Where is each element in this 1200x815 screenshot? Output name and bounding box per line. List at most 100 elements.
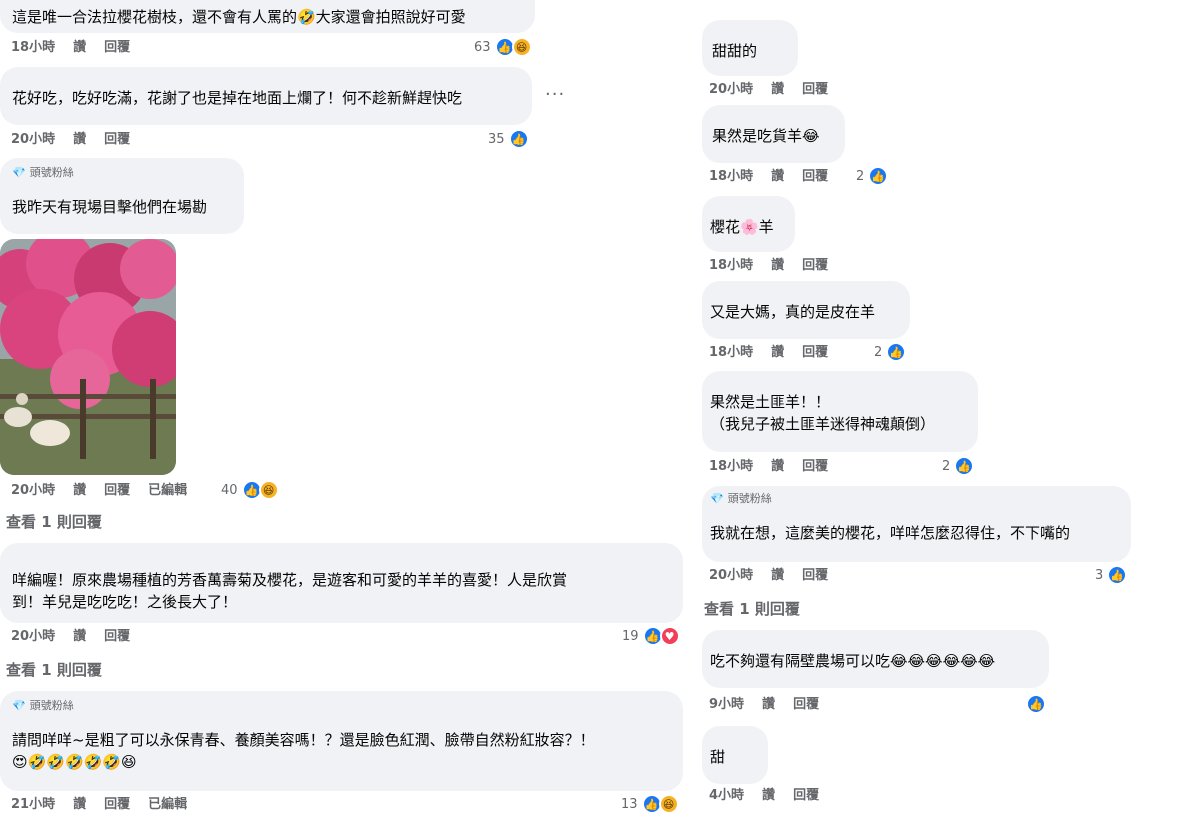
reply-time[interactable]: 9小時 — [709, 697, 744, 713]
reply-author[interactable] — [710, 379, 970, 391]
comment-author[interactable] — [12, 557, 671, 569]
reply-author[interactable] — [710, 204, 787, 216]
reply-time[interactable]: 18小時 — [709, 169, 753, 185]
reply-actions: 18小時 讚 回覆 — [709, 345, 828, 361]
reply-author[interactable] — [710, 734, 760, 746]
reaction-summary[interactable]: 2 👍 — [874, 342, 907, 362]
like-link[interactable]: 讚 — [771, 568, 784, 584]
reply-actions: 18小時 讚 回覆 — [709, 459, 828, 475]
like-reaction-icon: 👍 — [1026, 694, 1046, 714]
comment-author[interactable] — [12, 75, 520, 87]
reply-bubble: 甜 — [702, 726, 768, 784]
like-link[interactable]: 讚 — [73, 40, 86, 56]
reply-link[interactable]: 回覆 — [793, 788, 819, 804]
reply-link[interactable]: 回覆 — [793, 697, 819, 713]
comment-time[interactable]: 20小時 — [11, 629, 55, 645]
like-link[interactable]: 讚 — [771, 345, 784, 361]
reply-time[interactable]: 4小時 — [709, 788, 744, 804]
like-link[interactable]: 讚 — [771, 82, 784, 98]
like-link[interactable]: 讚 — [73, 132, 86, 148]
reply-link[interactable]: 回覆 — [802, 345, 828, 361]
reply-link[interactable]: 回覆 — [104, 629, 130, 645]
reaction-summary[interactable]: 2 👍 — [856, 166, 889, 186]
like-link[interactable]: 讚 — [762, 788, 775, 804]
top-fan-badge: 💎 頭號粉絲 — [12, 166, 74, 179]
reply-link[interactable]: 回覆 — [104, 797, 130, 813]
comment-text: 這是唯一合法拉櫻花樹枝，還不會有人罵的🤣大家還會拍照說好可愛 — [12, 8, 466, 26]
like-reaction-icon: 👍 — [1107, 565, 1128, 585]
reply-author[interactable] — [710, 638, 1041, 650]
reaction-count: 3 — [1095, 567, 1104, 583]
reaction-summary[interactable]: 13 👍 😆 — [621, 794, 679, 814]
comment-photo[interactable] — [0, 239, 176, 475]
reply-text: 甜 — [710, 748, 726, 766]
reaction-summary[interactable]: 63 👍 😆 — [474, 37, 532, 57]
reply-time[interactable]: 20小時 — [709, 568, 753, 584]
reply-link[interactable]: 回覆 — [802, 82, 828, 98]
like-link[interactable]: 讚 — [73, 797, 86, 813]
reaction-summary[interactable]: 40 👍 😆 — [221, 480, 279, 500]
comment-bubble: 💎 頭號粉絲 請問咩咩~是粗了可以永保青春、養顏美容嗎！？還是臉色紅潤、臉帶自然粉… — [0, 691, 683, 791]
comment-actions: 20小時 讚 回覆 — [11, 629, 130, 645]
like-link[interactable]: 讚 — [771, 169, 784, 185]
reply-link[interactable]: 回覆 — [802, 568, 828, 584]
like-link[interactable]: 讚 — [73, 483, 86, 499]
reply-author[interactable] — [712, 113, 835, 125]
reply-link[interactable]: 回覆 — [802, 459, 828, 475]
reaction-count: 19 — [622, 628, 639, 644]
reaction-summary[interactable]: 19 👍 ♥ — [622, 626, 680, 646]
like-link[interactable]: 讚 — [771, 258, 784, 274]
like-reaction-icon: 👍 — [886, 342, 907, 362]
reply-text: 果然是土匪羊！！ （我兒子被土匪羊迷得神魂顛倒） — [710, 393, 936, 433]
reply-actions: 9小時 讚 回覆 — [709, 697, 819, 713]
comment-author[interactable] — [12, 184, 232, 196]
reply-time[interactable]: 20小時 — [709, 82, 753, 98]
view-replies-link[interactable]: 查看 1 則回覆 — [704, 598, 800, 619]
reply-author[interactable] — [710, 510, 1123, 522]
reply-link[interactable]: 回覆 — [802, 258, 828, 274]
view-replies-link[interactable]: 查看 1 則回覆 — [6, 511, 102, 532]
top-fan-badge: 💎 頭號粉絲 — [12, 699, 74, 712]
reaction-summary[interactable]: 2 👍 — [942, 456, 975, 476]
comment-text: 我昨天有現場目擊他們在場勘 — [12, 198, 208, 216]
reply-actions: 4小時 讚 回覆 — [709, 788, 819, 804]
comment-time[interactable]: 20小時 — [11, 483, 55, 499]
reply-time[interactable]: 18小時 — [709, 345, 753, 361]
reply-link[interactable]: 回覆 — [104, 40, 130, 56]
reply-link[interactable]: 回覆 — [104, 483, 130, 499]
reaction-summary[interactable]: 👍 — [1026, 694, 1046, 714]
comment-time[interactable]: 21小時 — [11, 797, 55, 813]
reply-time[interactable]: 18小時 — [709, 459, 753, 475]
comment-author[interactable] — [12, 717, 671, 729]
reaction-count: 35 — [488, 131, 505, 147]
reply-bubble: 甜甜的 — [702, 20, 798, 76]
reply-text: 果然是吃貨羊😂 — [712, 127, 820, 145]
edited-label: 已編輯 — [148, 797, 188, 812]
comment-actions: 18小時 讚 回覆 — [11, 40, 130, 56]
comment-text: 花好吃，吃好吃滿，花謝了也是掉在地面上爛了！何不趁新鮮趕快吃 — [12, 89, 463, 107]
view-replies-link[interactable]: 查看 1 則回覆 — [6, 659, 102, 680]
reply-time[interactable]: 18小時 — [709, 258, 753, 274]
reaction-summary[interactable]: 3 👍 — [1095, 565, 1128, 585]
more-options-icon[interactable]: ··· — [545, 84, 565, 105]
comment-time[interactable]: 18小時 — [11, 40, 55, 56]
reaction-summary[interactable]: 35 👍 — [488, 129, 529, 149]
reply-link[interactable]: 回覆 — [104, 132, 130, 148]
reply-author[interactable] — [710, 289, 902, 301]
reply-link[interactable]: 回覆 — [802, 169, 828, 185]
reply-bubble: 吃不夠還有隔壁農場可以吃😂😂😂😂😂😂 — [702, 630, 1049, 688]
like-link[interactable]: 讚 — [762, 697, 775, 713]
reaction-count: 2 — [856, 168, 865, 184]
reply-bubble: 果然是土匪羊！！ （我兒子被土匪羊迷得神魂顛倒） — [702, 371, 978, 452]
comment-time[interactable]: 20小時 — [11, 132, 55, 148]
reply-text: 甜甜的 — [712, 42, 758, 60]
reply-bubble: 💎 頭號粉絲 我就在想，這麼美的櫻花，咩咩怎麼忍得住，不下嘴的 — [702, 486, 1131, 562]
like-link[interactable]: 讚 — [73, 629, 86, 645]
like-link[interactable]: 讚 — [771, 459, 784, 475]
comment-text: 咩編喔！原來農場種植的芳香萬壽菊及櫻花，是遊客和可愛的羊羊的喜愛！人是欣賞 到！… — [12, 571, 568, 611]
love-reaction-icon: ♥ — [659, 626, 680, 646]
comment-actions: 20小時 讚 回覆 — [11, 132, 130, 148]
reaction-count: 13 — [621, 796, 638, 812]
reply-actions: 18小時 讚 回覆 — [709, 169, 828, 185]
reply-author[interactable] — [712, 28, 788, 40]
